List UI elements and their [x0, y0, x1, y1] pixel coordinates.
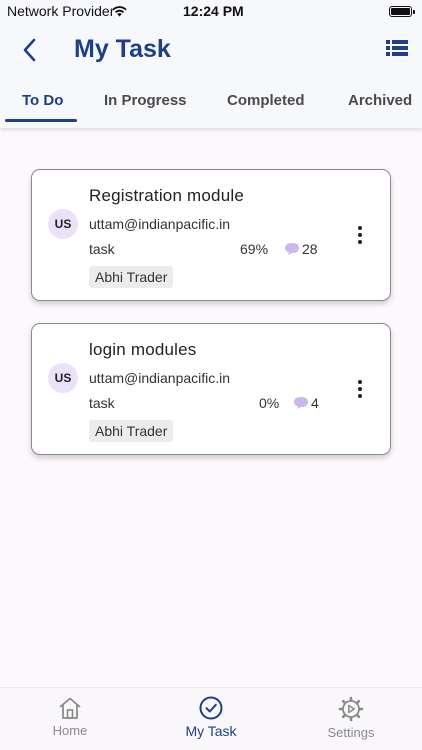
carrier-label: Network Provider — [7, 3, 115, 19]
app-header: My Task — [0, 28, 422, 72]
task-assignee-email: uttam@indianpacific.in — [89, 216, 231, 232]
task-type: task — [89, 395, 115, 411]
nav-my-task[interactable]: My Task — [161, 696, 261, 739]
nav-settings[interactable]: Settings — [301, 696, 401, 740]
project-tag: Abhi Trader — [89, 266, 174, 288]
clock: 12:24 PM — [183, 3, 244, 19]
gear-icon — [338, 696, 364, 722]
home-icon — [59, 697, 81, 719]
task-progress: 69% — [240, 241, 269, 257]
avatar: US — [48, 363, 78, 393]
task-card[interactable]: US Registration module uttam@indianpacif… — [31, 169, 391, 301]
nav-home[interactable]: Home — [20, 696, 120, 738]
task-assignee-email: uttam@indianpacific.in — [89, 370, 231, 386]
project-tag: Abhi Trader — [89, 420, 174, 442]
tab-in-progress[interactable]: In Progress — [104, 92, 187, 109]
battery-icon — [389, 6, 415, 17]
task-card[interactable]: US login modules uttam@indianpacific.in … — [31, 323, 391, 455]
task-name: login modules — [89, 340, 197, 359]
task-name: Registration module — [89, 186, 244, 205]
page-title: My Task — [74, 35, 171, 63]
top-area: Network Provider 12:24 PM My Task To Do … — [0, 0, 422, 128]
tab-to-do[interactable]: To Do — [22, 92, 63, 109]
nav-my-task-label: My Task — [185, 723, 237, 739]
avatar: US — [48, 209, 78, 239]
active-tab-indicator — [5, 119, 77, 122]
comment-icon — [294, 397, 308, 409]
task-progress: 0% — [259, 395, 280, 411]
tab-completed[interactable]: Completed — [227, 92, 305, 109]
more-options-icon[interactable] — [357, 226, 363, 246]
task-type: task — [89, 241, 115, 257]
nav-home-label: Home — [52, 723, 88, 738]
wifi-icon — [112, 6, 127, 17]
back-arrow-icon[interactable] — [18, 36, 42, 64]
task-tabs: To Do In Progress Completed Archived — [0, 80, 422, 124]
comment-count: 28 — [302, 241, 318, 257]
list-view-icon[interactable] — [386, 39, 408, 57]
more-options-icon[interactable] — [357, 380, 363, 400]
tab-archived[interactable]: Archived — [348, 92, 412, 109]
status-bar: Network Provider 12:24 PM — [0, 0, 422, 24]
check-circle-icon — [199, 696, 223, 720]
comment-icon — [285, 243, 299, 255]
nav-settings-label: Settings — [327, 725, 375, 740]
comment-count: 4 — [311, 395, 319, 411]
bottom-nav: Home My Task Settings — [0, 687, 422, 750]
